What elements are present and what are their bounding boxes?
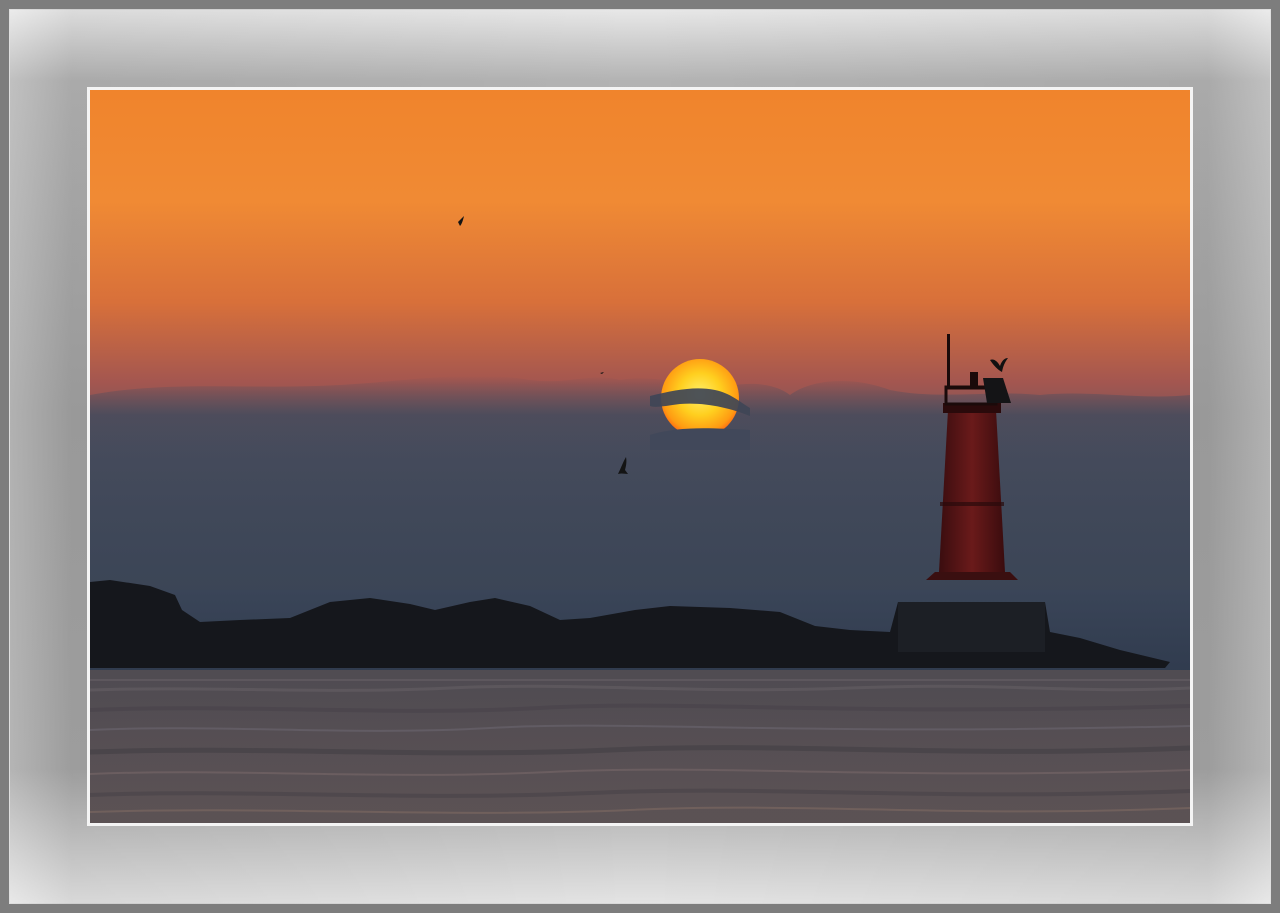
sunset-scene <box>90 90 1190 823</box>
sunset-photo <box>90 90 1190 823</box>
cloud-bank <box>90 375 1190 595</box>
outer-frame <box>0 0 1280 913</box>
sea-glow <box>90 670 1190 823</box>
